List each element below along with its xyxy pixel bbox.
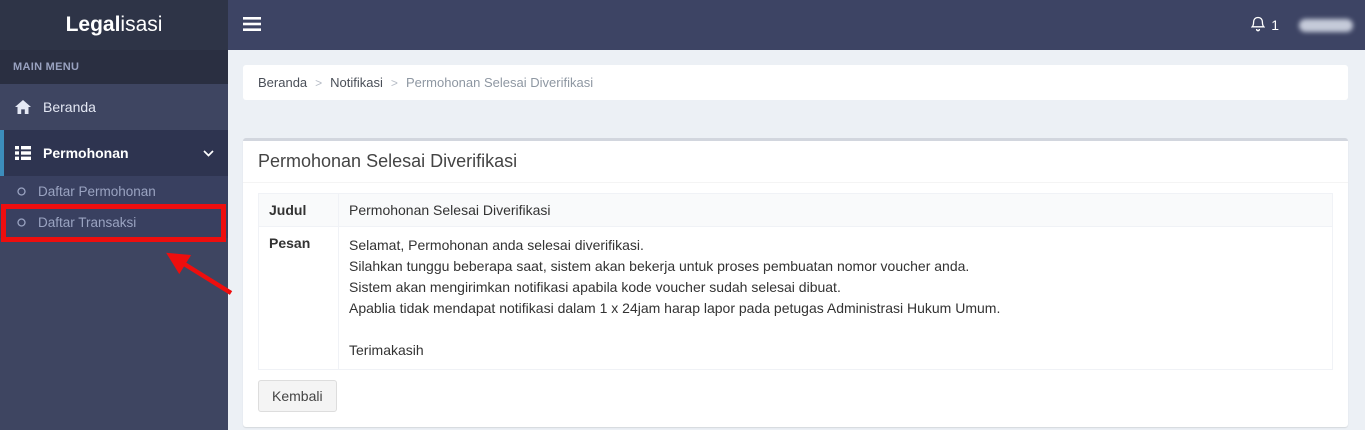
breadcrumb-separator: > [315, 75, 323, 90]
row-value-judul: Permohonan Selesai Diverifikasi [338, 193, 1333, 227]
breadcrumb-item-beranda[interactable]: Beranda [258, 75, 307, 90]
breadcrumb-item-current: Permohonan Selesai Diverifikasi [405, 75, 594, 90]
sidebar-menu: Beranda Permohonan Daftar Permohonan Daf… [0, 84, 228, 238]
sidebar-item-beranda[interactable]: Beranda [0, 84, 228, 130]
list-icon [14, 146, 32, 160]
notification-count: 1 [1271, 17, 1279, 33]
row-value-pesan: Selamat, Permohonan anda selesai diverif… [338, 226, 1333, 370]
notifications-button[interactable]: 1 [1250, 16, 1279, 35]
notification-detail-card: Permohonan Selesai Diverifikasi Judul Pe… [243, 138, 1348, 427]
home-icon [14, 99, 32, 115]
brand-text-light: isasi [120, 13, 163, 36]
message-line: Silahkan tunggu beberapa saat, sistem ak… [349, 258, 970, 274]
chevron-down-icon [203, 149, 214, 157]
sidebar-item-daftar-permohonan[interactable]: Daftar Permohonan [0, 176, 228, 207]
card-header: Permohonan Selesai Diverifikasi [243, 141, 1348, 183]
message-line: Selamat, Permohonan anda selesai diverif… [349, 237, 644, 253]
hamburger-icon [243, 16, 261, 34]
card-body: Judul Permohonan Selesai Diverifikasi Pe… [243, 183, 1348, 427]
navbar-right: 1 [1250, 0, 1353, 50]
breadcrumb-separator: > [390, 75, 398, 90]
row-label-judul: Judul [258, 193, 339, 227]
table-row-pesan: Pesan Selamat, Permohonan anda selesai d… [258, 226, 1333, 370]
sidebar-item-daftar-transaksi[interactable]: Daftar Transaksi [0, 207, 228, 238]
detail-table: Judul Permohonan Selesai Diverifikasi Pe… [258, 193, 1333, 370]
breadcrumb: Beranda > Notifikasi > Permohonan Selesa… [243, 65, 1348, 100]
sidebar-item-label: Daftar Transaksi [38, 215, 137, 230]
page-title: Permohonan Selesai Diverifikasi [258, 151, 518, 171]
content-area: Beranda > Notifikasi > Permohonan Selesa… [228, 50, 1365, 430]
sidebar-toggle-button[interactable] [228, 0, 276, 50]
bell-icon [1250, 16, 1266, 35]
sidebar-section-label: MAIN MENU [0, 50, 228, 84]
message-line-blank [349, 319, 1322, 340]
sidebar-item-label: Permohonan [43, 145, 129, 161]
brand-logo[interactable]: Legal isasi [0, 0, 228, 50]
circle-icon [17, 187, 26, 196]
breadcrumb-item-notifikasi[interactable]: Notifikasi [330, 75, 383, 90]
sidebar-item-label: Daftar Permohonan [38, 184, 156, 199]
sidebar-item-label: Beranda [43, 99, 96, 115]
message-line: Sistem akan mengirimkan notifikasi apabi… [349, 279, 841, 295]
brand-text-bold: Legal [65, 13, 121, 36]
top-navbar: 1 [228, 0, 1365, 50]
sidebar: Legalisasi MAIN MENU Beranda Permohonan [0, 0, 228, 430]
row-label-pesan: Pesan [258, 226, 339, 370]
sidebar-item-permohonan[interactable]: Permohonan [0, 130, 228, 176]
message-line: Apablia tidak mendapat notifikasi dalam … [349, 300, 1001, 316]
message-line: Terimakasih [349, 342, 424, 358]
table-row-judul: Judul Permohonan Selesai Diverifikasi [258, 193, 1333, 227]
back-button[interactable]: Kembali [258, 380, 337, 412]
sidebar-submenu-permohonan: Daftar Permohonan Daftar Transaksi [0, 176, 228, 238]
user-menu-redacted[interactable] [1299, 18, 1353, 32]
circle-icon [17, 218, 26, 227]
